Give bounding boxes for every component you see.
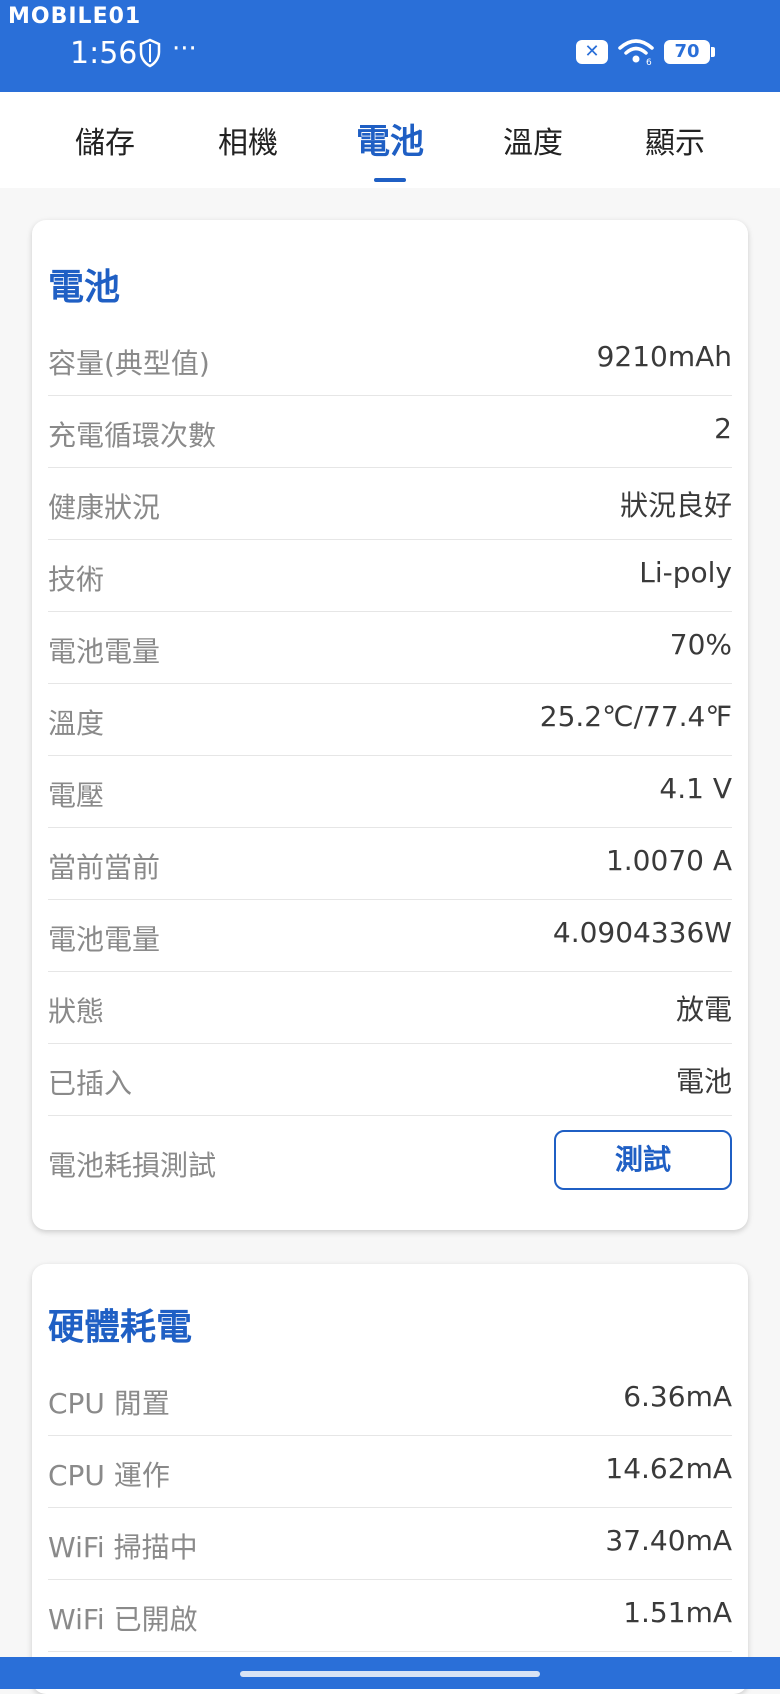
row-label: WiFi 掃描中	[48, 1531, 198, 1564]
row-value: 放電	[675, 993, 732, 1026]
row-label: 電池電量	[48, 635, 161, 668]
info-row: 電壓 4.1 V	[48, 756, 732, 828]
hardware-power-card: 硬體耗電 CPU 閒置 6.36mA CPU 運作 14.62mA WiFi 掃…	[32, 1264, 748, 1694]
row-value: 37.40mA	[605, 1524, 732, 1557]
battery-test-row: 電池耗損測試 測試	[48, 1120, 732, 1200]
row-label: 電壓	[48, 779, 105, 812]
row-label: 狀態	[48, 995, 105, 1028]
info-row: 容量(典型值) 9210mAh	[48, 324, 732, 396]
row-value: 1.0070 A	[605, 844, 732, 877]
row-value: 電池	[675, 1065, 732, 1098]
data-disabled-icon: ✕	[576, 40, 608, 64]
info-row: CPU 閒置 6.36mA	[48, 1364, 732, 1436]
status-bar: MOBILE01 1:56 ··· ✕ 6 70	[0, 0, 780, 92]
row-label: 技術	[48, 563, 105, 596]
battery-icon: 70	[664, 40, 715, 64]
tab-battery[interactable]: 電池	[356, 114, 424, 163]
row-value: 9210mAh	[596, 340, 732, 373]
info-row: 健康狀況 狀況良好	[48, 468, 732, 540]
tab-bar: 儲存 相機 電池 溫度 顯示	[0, 92, 780, 188]
row-value: 2	[714, 412, 732, 445]
row-value: 4.0904336W	[552, 916, 732, 949]
tab-temperature[interactable]: 溫度	[503, 118, 563, 162]
info-row: 已插入 電池	[48, 1044, 732, 1116]
row-value: Li-poly	[639, 556, 732, 589]
info-row: 技術 Li-poly	[48, 540, 732, 612]
tab-display[interactable]: 顯示	[645, 118, 705, 162]
card-title: 電池	[48, 267, 121, 308]
shield-icon	[139, 38, 161, 68]
more-notifications-icon: ···	[172, 34, 197, 64]
info-row: 溫度 25.2℃/77.4℉	[48, 684, 732, 756]
info-row: WiFi 掃描中 37.40mA	[48, 1508, 732, 1580]
info-row: 電池電量 70%	[48, 612, 732, 684]
row-label: CPU 閒置	[48, 1387, 170, 1420]
svg-text:6: 6	[646, 58, 652, 66]
wifi-icon: 6	[618, 39, 654, 66]
row-label: 已插入	[48, 1067, 133, 1100]
info-row: CPU 運作 14.62mA	[48, 1436, 732, 1508]
row-label: 充電循環次數	[48, 419, 217, 452]
battery-card: 電池 容量(典型值) 9210mAh 充電循環次數 2 健康狀況 狀況良好 技術…	[32, 220, 748, 1230]
info-row: WiFi 已開啟 1.51mA	[48, 1580, 732, 1652]
row-label: 電池電量	[48, 923, 161, 956]
row-value: 狀況良好	[619, 489, 732, 522]
row-label: 溫度	[48, 707, 105, 740]
row-value: 1.51mA	[623, 1596, 732, 1629]
row-value: 14.62mA	[605, 1452, 732, 1485]
row-label: CPU 運作	[48, 1459, 170, 1492]
watermark-logo: MOBILE01	[8, 4, 142, 29]
row-value: 6.36mA	[623, 1380, 732, 1413]
battery-test-button[interactable]: 測試	[554, 1130, 732, 1190]
battery-test-label: 電池耗損測試	[48, 1149, 217, 1182]
info-row: 當前當前 1.0070 A	[48, 828, 732, 900]
active-tab-indicator	[374, 178, 406, 182]
row-value: 25.2℃/77.4℉	[539, 700, 732, 733]
row-value: 70%	[669, 628, 732, 661]
tab-camera[interactable]: 相機	[218, 118, 278, 162]
info-row: 電池電量 4.0904336W	[48, 900, 732, 972]
info-row: 充電循環次數 2	[48, 396, 732, 468]
row-label: 容量(典型值)	[48, 347, 210, 380]
status-time: 1:56	[70, 36, 138, 71]
info-row: 狀態 放電	[48, 972, 732, 1044]
navigation-bar	[0, 1657, 780, 1689]
row-label: 當前當前	[48, 851, 161, 884]
row-label: 健康狀況	[48, 491, 161, 524]
row-label: WiFi 已開啟	[48, 1603, 198, 1636]
home-gesture-handle[interactable]	[240, 1671, 540, 1677]
row-value: 4.1 V	[659, 772, 732, 805]
card-title: 硬體耗電	[48, 1307, 193, 1348]
tab-storage[interactable]: 儲存	[75, 118, 135, 162]
